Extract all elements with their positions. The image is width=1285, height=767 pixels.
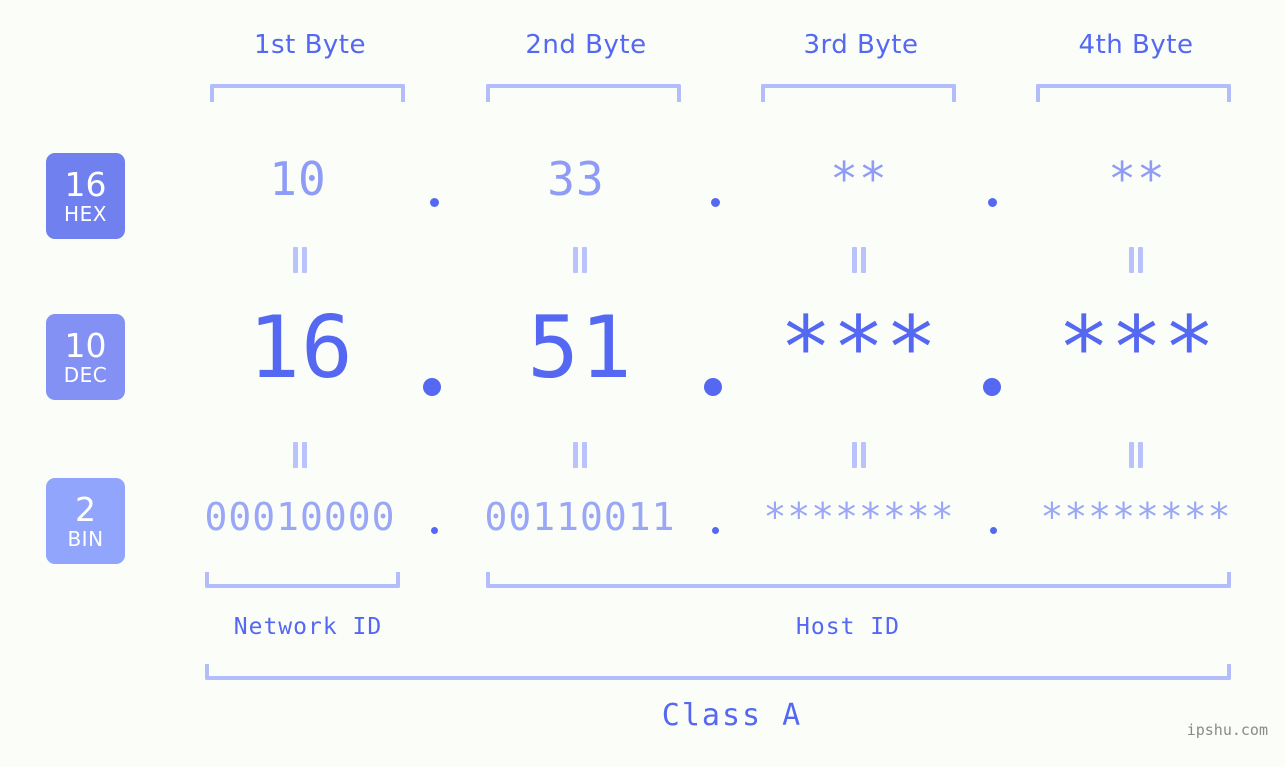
hex-separator-dot-1 [430, 198, 439, 207]
hex-byte-3: ** [830, 152, 888, 206]
equals-icon-hex-dec-1 [291, 247, 309, 273]
network-id-bracket [205, 572, 400, 588]
hex-separator-dot-2 [711, 198, 720, 207]
bin-separator-dot-3 [990, 527, 997, 534]
dec-separator-dot-2 [704, 378, 722, 396]
base-badge-bin-abbr: BIN [67, 527, 104, 551]
base-badge-dec: 10 DEC [46, 314, 125, 400]
dec-byte-4: *** [1057, 298, 1217, 398]
base-badge-bin: 2 BIN [46, 478, 125, 564]
bin-byte-4: ******** [1040, 495, 1232, 539]
bin-separator-dot-2 [712, 527, 719, 534]
bin-byte-2: 00110011 [484, 495, 676, 539]
bin-byte-3: ******** [763, 495, 955, 539]
dec-separator-dot-1 [423, 378, 441, 396]
equals-icon-hex-dec-4 [1127, 247, 1145, 273]
hex-byte-4: ** [1108, 152, 1166, 206]
byte-header-3: 3rd Byte [803, 30, 919, 60]
base-badge-bin-number: 2 [75, 490, 96, 529]
equals-icon-dec-bin-2 [571, 442, 589, 468]
hex-byte-2: 33 [547, 152, 605, 206]
class-bracket [205, 664, 1231, 680]
dec-byte-2: 51 [527, 298, 633, 398]
byte-header-2: 2nd Byte [525, 30, 647, 60]
base-badge-hex-abbr: HEX [64, 202, 107, 226]
byte-bracket-4 [1036, 84, 1231, 102]
base-badge-hex: 16 HEX [46, 153, 125, 239]
dec-byte-3: *** [779, 298, 939, 398]
byte-bracket-3 [761, 84, 956, 102]
host-id-bracket [486, 572, 1231, 588]
base-badge-dec-abbr: DEC [63, 363, 108, 387]
dec-separator-dot-3 [983, 378, 1001, 396]
byte-bracket-2 [486, 84, 681, 102]
ip-address-breakdown-diagram: 1st Byte 2nd Byte 3rd Byte 4th Byte 16 H… [0, 0, 1285, 767]
class-label: Class A [661, 698, 803, 733]
host-id-label: Host ID [796, 614, 900, 640]
equals-icon-hex-dec-2 [571, 247, 589, 273]
dec-byte-1: 16 [248, 298, 354, 398]
byte-bracket-1 [210, 84, 405, 102]
bin-separator-dot-1 [431, 527, 438, 534]
equals-icon-dec-bin-4 [1127, 442, 1145, 468]
base-badge-dec-number: 10 [64, 326, 107, 365]
equals-icon-dec-bin-1 [291, 442, 309, 468]
hex-byte-1: 10 [269, 152, 327, 206]
equals-icon-dec-bin-3 [850, 442, 868, 468]
bin-byte-1: 00010000 [204, 495, 396, 539]
base-badge-hex-number: 16 [64, 165, 107, 204]
byte-header-4: 4th Byte [1078, 30, 1194, 60]
byte-header-1: 1st Byte [254, 30, 366, 60]
equals-icon-hex-dec-3 [850, 247, 868, 273]
network-id-label: Network ID [233, 614, 383, 640]
hex-separator-dot-3 [988, 198, 997, 207]
watermark: ipshu.com [1186, 721, 1268, 739]
